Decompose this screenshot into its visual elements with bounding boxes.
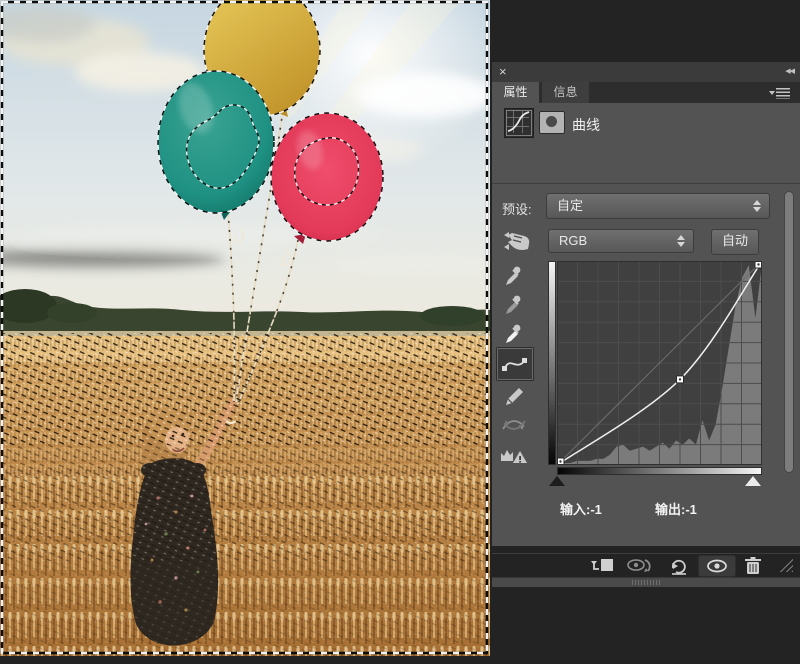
toggle-visibility-button[interactable] bbox=[698, 555, 736, 577]
input-readout: 输入:-1 bbox=[560, 502, 602, 517]
tab-properties[interactable]: 属性 bbox=[492, 82, 539, 103]
reset-adjustment-icon[interactable] bbox=[666, 556, 696, 576]
updown-arrows-icon bbox=[676, 235, 685, 247]
divider bbox=[492, 183, 800, 184]
pencil-tool-icon[interactable] bbox=[502, 384, 526, 408]
adjustment-title: 曲线 bbox=[572, 117, 600, 133]
panel-tabbar: 属性 信息 bbox=[492, 82, 800, 103]
auto-button[interactable]: 自动 bbox=[711, 229, 759, 255]
tab-info[interactable]: 信息 bbox=[542, 82, 589, 103]
edit-points-tool-button[interactable] bbox=[496, 347, 534, 381]
clipping-warning-icon[interactable] bbox=[499, 441, 529, 467]
field-selection-hatch-light bbox=[3, 561, 487, 651]
panel-drag-gripper[interactable] bbox=[492, 577, 800, 587]
black-point-eyedropper-icon[interactable] bbox=[502, 263, 524, 287]
collapse-panel-icon[interactable]: ◀◀ bbox=[785, 67, 795, 75]
channel-select[interactable]: RGB bbox=[548, 229, 694, 253]
field-selection-hatch-mid bbox=[3, 445, 487, 561]
panel-titlebar: × ◀◀ bbox=[492, 62, 800, 83]
delete-adjustment-icon[interactable] bbox=[741, 556, 771, 576]
panel-resize-grip[interactable] bbox=[777, 558, 793, 572]
white-input-slider[interactable] bbox=[745, 476, 761, 486]
updown-arrows-icon bbox=[752, 200, 761, 212]
layer-mask-thumbnail[interactable] bbox=[539, 111, 565, 134]
targeted-adjustment-tool-icon[interactable] bbox=[500, 227, 532, 255]
eye-icon bbox=[707, 559, 727, 573]
field-selection-hatch-dense bbox=[3, 333, 487, 445]
properties-panel: × ◀◀ 属性 信息 曲线 预设: 自定 RGB 自动 输入:-1 输出:-1 bbox=[492, 62, 800, 587]
panel-bottom-toolbar bbox=[492, 553, 800, 578]
output-readout: 输出:-1 bbox=[655, 502, 697, 517]
clip-to-layer-icon[interactable] bbox=[590, 556, 620, 576]
curves-plot[interactable] bbox=[557, 261, 762, 465]
preset-select[interactable]: 自定 bbox=[546, 193, 770, 219]
black-input-slider[interactable] bbox=[549, 476, 565, 486]
close-icon[interactable]: × bbox=[499, 64, 507, 80]
view-previous-state-icon[interactable] bbox=[625, 556, 655, 576]
output-gradient-bar bbox=[548, 261, 556, 465]
white-point-eyedropper-icon[interactable] bbox=[502, 321, 524, 345]
panel-menu-icon[interactable] bbox=[769, 88, 792, 99]
channel-value: RGB bbox=[559, 233, 588, 248]
gray-point-eyedropper-icon[interactable] bbox=[502, 292, 524, 316]
photoshop-workspace: { "icons": { "close": "×", "collapse": "… bbox=[0, 0, 800, 664]
preset-value: 自定 bbox=[557, 198, 584, 213]
document-canvas[interactable] bbox=[0, 0, 490, 656]
smooth-curve-icon[interactable] bbox=[500, 413, 528, 435]
input-gradient-bar bbox=[557, 467, 762, 475]
panel-scrollbar[interactable] bbox=[784, 191, 794, 473]
curves-adjustment-icon bbox=[504, 108, 534, 138]
panel-body: 曲线 预设: 自定 RGB 自动 输入:-1 输出:-1 bbox=[492, 103, 800, 587]
preset-label: 预设: bbox=[502, 202, 532, 217]
photo-art bbox=[0, 0, 490, 656]
